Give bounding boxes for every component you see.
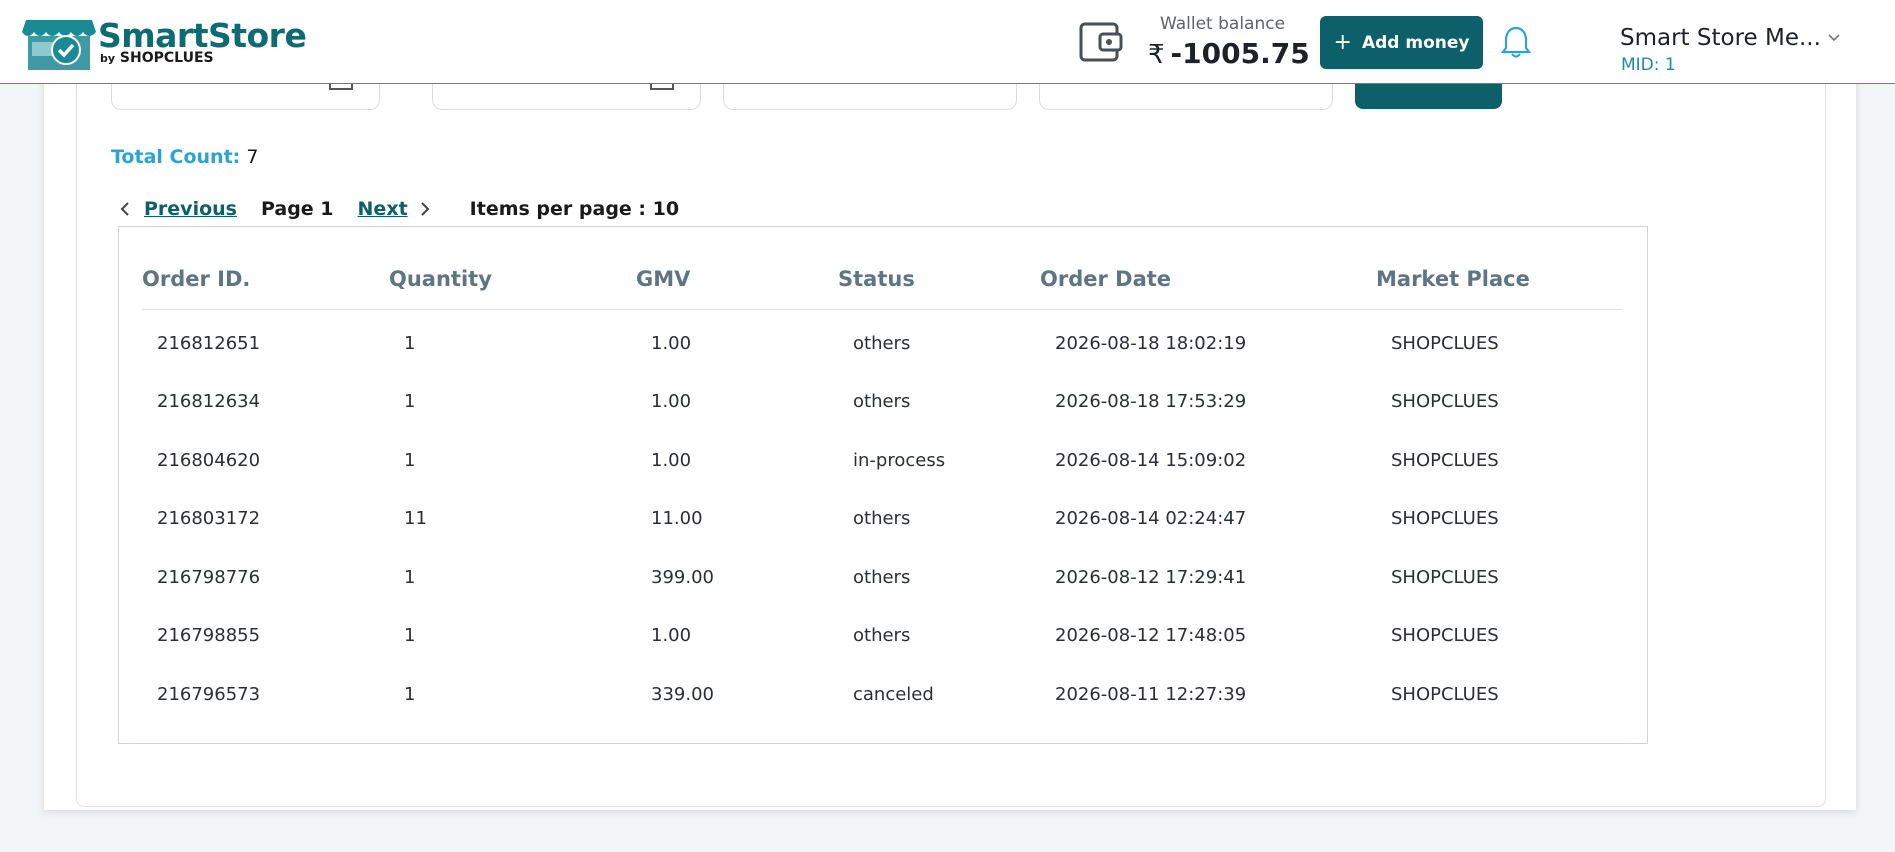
cell-quantity: 1 [404,450,416,471]
col-status: Status [838,267,915,291]
merchant-id: MID: 1 [1621,55,1676,75]
cell-status: others [853,508,911,529]
wallet-amount-value: -1005.75 [1170,37,1310,70]
chevron-down-icon[interactable] [1826,30,1842,46]
top-header: SmartStore by SHOPCLUES Wallet balance ₹… [0,0,1895,84]
cell-order-id: 216798776 [157,567,261,588]
table-row: 216798855 1 1.00 others 2026-08-12 17:48… [142,607,1622,665]
cell-order-id: 216798855 [157,625,261,646]
col-order-id: Order ID. [142,267,251,291]
plus-icon: + [1333,30,1352,55]
table-header: Order ID. Quantity GMV Status Order Date… [142,227,1622,310]
cell-status: others [853,567,911,588]
cell-order-id: 216804620 [157,450,261,471]
cell-gmv: 1.00 [651,450,692,471]
cell-market-place: SHOPCLUES [1391,684,1499,705]
cell-market-place: SHOPCLUES [1391,450,1499,471]
cell-order-id: 216803172 [157,508,261,529]
col-order-date: Order Date [1040,267,1172,291]
cell-order-date: 2026-08-12 17:48:05 [1055,625,1247,646]
logo-subtitle: by SHOPCLUES [100,50,214,66]
wallet-balance-label: Wallet balance [1160,14,1286,34]
cell-gmv: 339.00 [651,684,714,705]
col-market-place: Market Place [1376,267,1530,291]
currency-symbol: ₹ [1148,40,1165,70]
wallet-balance-amount: ₹ -1005.75 [1148,37,1310,70]
cell-order-date: 2026-08-14 02:24:47 [1055,508,1247,529]
cell-status: others [853,333,911,354]
items-per-page: Items per page : 10 [469,198,680,220]
table-row: 216804620 1 1.00 in-process 2026-08-14 1… [142,432,1622,490]
next-page-link[interactable]: Next [358,198,408,220]
cell-quantity: 1 [404,567,416,588]
cell-quantity: 1 [404,333,416,354]
cell-gmv: 1.00 [651,391,692,412]
add-money-button[interactable]: + Add money [1320,16,1483,69]
table-row: 216812651 1 1.00 others 2026-08-18 18:02… [142,315,1622,373]
total-count: Total Count: 7 [111,146,258,168]
wallet-icon [1079,22,1123,62]
cell-gmv: 11.00 [651,508,703,529]
cell-order-id: 216812634 [157,391,261,412]
cell-market-place: SHOPCLUES [1391,391,1499,412]
cell-order-id: 216812651 [157,333,261,354]
add-money-label: Add money [1361,32,1470,53]
cell-order-date: 2026-08-14 15:09:02 [1055,450,1247,471]
col-quantity: Quantity [389,267,492,291]
col-gmv: GMV [636,267,691,291]
chevron-left-icon[interactable] [118,202,132,216]
table-row: 216798776 1 399.00 others 2026-08-12 17:… [142,549,1622,607]
cell-gmv: 1.00 [651,333,692,354]
total-count-label: Total Count: [111,146,241,168]
cell-order-date: 2026-08-11 12:27:39 [1055,684,1247,705]
cell-gmv: 1.00 [651,625,692,646]
store-name[interactable]: Smart Store Me... [1620,25,1821,51]
cell-gmv: 399.00 [651,567,714,588]
store-logo-icon [22,20,96,70]
pagination: Previous Page 1 Next Items per page : 10 [118,194,679,224]
cell-quantity: 1 [404,625,416,646]
cell-order-date: 2026-08-18 17:53:29 [1055,391,1247,412]
orders-table: Order ID. Quantity GMV Status Order Date… [118,226,1648,744]
previous-page-link[interactable]: Previous [144,198,237,220]
cell-order-date: 2026-08-18 18:02:19 [1055,333,1247,354]
cell-market-place: SHOPCLUES [1391,567,1499,588]
cell-order-id: 216796573 [157,684,261,705]
chevron-right-icon[interactable] [418,202,432,216]
total-count-value: 7 [246,146,259,168]
cell-quantity: 1 [404,684,416,705]
bell-icon[interactable] [1500,24,1532,60]
cell-status: in-process [853,450,946,471]
cell-status: others [853,625,911,646]
smartstore-logo[interactable]: SmartStore by SHOPCLUES [22,16,307,70]
cell-market-place: SHOPCLUES [1391,625,1499,646]
cell-order-date: 2026-08-12 17:29:41 [1055,567,1247,588]
table-row: 216803172 11 11.00 others 2026-08-14 02:… [142,490,1622,548]
cell-market-place: SHOPCLUES [1391,508,1499,529]
logo-by: by [100,52,116,65]
cell-quantity: 11 [404,508,427,529]
cell-quantity: 1 [404,391,416,412]
table-row: 216796573 1 339.00 canceled 2026-08-11 1… [142,666,1622,724]
current-page: Page 1 [260,198,334,220]
logo-brand: SHOPCLUES [119,50,214,66]
cell-market-place: SHOPCLUES [1391,333,1499,354]
table-row: 216812634 1 1.00 others 2026-08-18 17:53… [142,373,1622,431]
cell-status: canceled [853,684,934,705]
cell-status: others [853,391,911,412]
